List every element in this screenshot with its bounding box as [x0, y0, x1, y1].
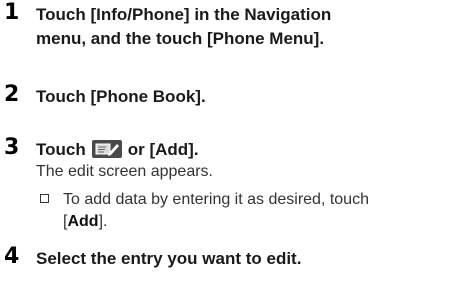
note-line: To add data by entering it as desired, t… [63, 191, 369, 208]
step-title-prefix: Touch [36, 140, 86, 159]
step-title: Select the entry you want to edit. [36, 247, 301, 271]
step-title-text: Touch [Phone Book]. [36, 87, 206, 106]
checkbox-bullet-icon [40, 194, 49, 203]
step-title-suffix: or [Add]. [127, 140, 199, 159]
step-number: 4 [4, 244, 20, 269]
step-title-line: Touch [Info/Phone] in the Navigation [36, 5, 332, 24]
step-number: 2 [4, 82, 20, 107]
note-bold-add: Add [67, 213, 99, 230]
edit-entry-icon [91, 140, 122, 159]
step-title: Touch or [Add]. [36, 138, 199, 162]
step-title-text: Select the entry you want to edit. [36, 249, 302, 268]
step-title: Touch [Phone Book]. [36, 85, 206, 109]
note-line: [Add]. [63, 211, 369, 233]
note-bracket-close: ]. [98, 213, 108, 230]
step-number: 1 [4, 0, 20, 25]
note-text: To add data by entering it as desired, t… [63, 189, 369, 233]
step-title-line: menu, and the touch [Phone Menu]. [36, 29, 325, 48]
step-title: Touch [Info/Phone] in the Navigation men… [36, 3, 331, 51]
step-number: 3 [4, 135, 20, 160]
step-description: The edit screen appears. [36, 163, 213, 180]
